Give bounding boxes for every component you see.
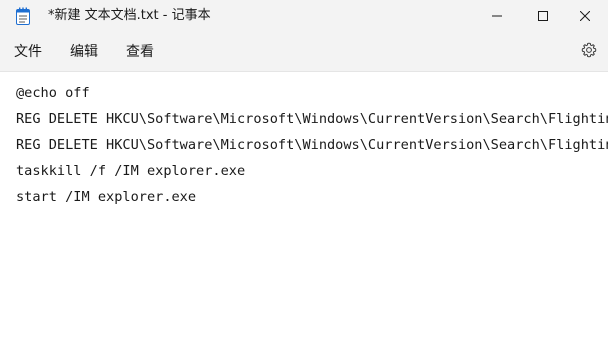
text-line: @echo off [16, 85, 90, 101]
notepad-icon [16, 7, 30, 25]
text-editor[interactable]: @echo off REG DELETE HKCU\Software\Micro… [0, 72, 608, 354]
maximize-button[interactable] [520, 0, 566, 32]
maximize-icon [538, 11, 548, 21]
notepad-window: *新建 文本文档.txt - 记事本 文件 编辑 查看 @echo off RE… [0, 0, 608, 354]
text-line: taskkill /f /IM explorer.exe [16, 163, 246, 179]
menu-bar: 文件 编辑 查看 [0, 32, 608, 72]
window-title: *新建 文本文档.txt - 记事本 [48, 8, 211, 23]
text-line: REG DELETE HKCU\Software\Microsoft\Windo… [16, 111, 608, 127]
settings-button[interactable] [578, 41, 600, 63]
menu-file[interactable]: 文件 [14, 43, 42, 61]
text-line: REG DELETE HKCU\Software\Microsoft\Windo… [16, 137, 608, 153]
close-icon [580, 11, 590, 21]
minimize-button[interactable] [474, 0, 520, 32]
menu-view[interactable]: 查看 [126, 43, 154, 61]
text-line: start /IM explorer.exe [16, 189, 197, 205]
minimize-icon [492, 11, 502, 21]
gear-icon [581, 42, 597, 62]
title-bar[interactable]: *新建 文本文档.txt - 记事本 [0, 0, 608, 32]
close-button[interactable] [562, 0, 608, 32]
menu-edit[interactable]: 编辑 [70, 43, 98, 61]
